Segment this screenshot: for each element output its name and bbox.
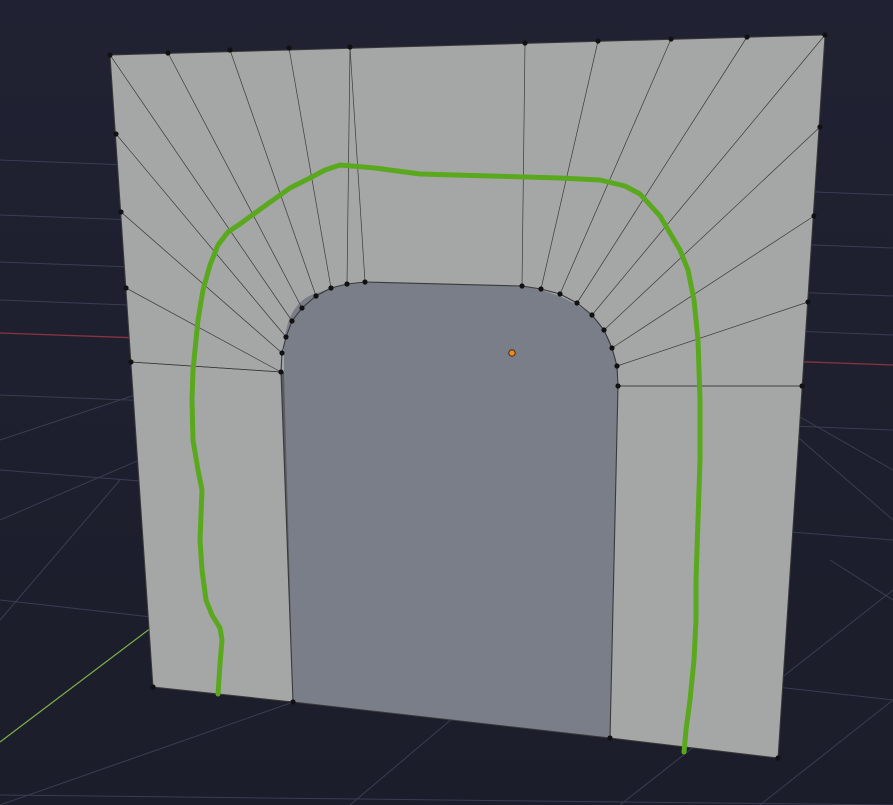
mesh-vertex[interactable] [615, 383, 621, 389]
mesh-vertex[interactable] [118, 209, 124, 215]
mesh-vertex[interactable] [601, 327, 607, 333]
mesh-vertex[interactable] [278, 369, 284, 375]
mesh-vertex[interactable] [805, 299, 811, 305]
mesh-vertex[interactable] [817, 124, 823, 130]
mesh-vertex[interactable] [519, 283, 525, 289]
mesh-vertex[interactable] [589, 312, 595, 318]
mesh-vertex[interactable] [128, 359, 134, 365]
mesh-vertex[interactable] [279, 350, 285, 356]
3d-viewport[interactable] [0, 0, 893, 805]
arch-wall-mesh[interactable] [107, 32, 828, 761]
mesh-vertex[interactable] [811, 213, 817, 219]
mesh-vertex[interactable] [347, 44, 353, 50]
mesh-vertex[interactable] [299, 305, 305, 311]
mesh-vertex[interactable] [595, 38, 601, 44]
mesh-vertex[interactable] [799, 383, 805, 389]
mesh-vertex[interactable] [362, 279, 368, 285]
mesh-vertex[interactable] [283, 334, 289, 340]
mesh-vertex[interactable] [227, 47, 233, 53]
mesh-vertex[interactable] [150, 684, 156, 690]
mesh-vertex[interactable] [313, 293, 319, 299]
mesh-vertex[interactable] [344, 281, 350, 287]
origin-point-icon[interactable] [508, 349, 516, 357]
mesh-vertex[interactable] [822, 32, 828, 38]
mesh-vertex[interactable] [538, 286, 544, 292]
mesh-vertex[interactable] [522, 40, 528, 46]
mesh-vertex[interactable] [744, 34, 750, 40]
mesh-vertex[interactable] [557, 291, 563, 297]
mesh-vertex[interactable] [290, 699, 296, 705]
mesh-vertex[interactable] [107, 52, 113, 58]
mesh-vertex[interactable] [609, 345, 615, 351]
mesh-vertex[interactable] [286, 45, 292, 51]
mesh-vertex[interactable] [614, 363, 620, 369]
mesh-vertex[interactable] [289, 318, 295, 324]
mesh-vertex[interactable] [668, 36, 674, 42]
mesh-vertex[interactable] [328, 285, 334, 291]
mesh-vertex[interactable] [165, 50, 171, 56]
viewport-canvas[interactable] [0, 0, 893, 805]
mesh-vertex[interactable] [123, 285, 129, 291]
mesh-vertex[interactable] [113, 131, 119, 137]
door-opening-face[interactable] [284, 282, 618, 738]
mesh-vertex[interactable] [607, 735, 613, 741]
mesh-vertex[interactable] [574, 300, 580, 306]
mesh-vertex[interactable] [775, 755, 781, 761]
